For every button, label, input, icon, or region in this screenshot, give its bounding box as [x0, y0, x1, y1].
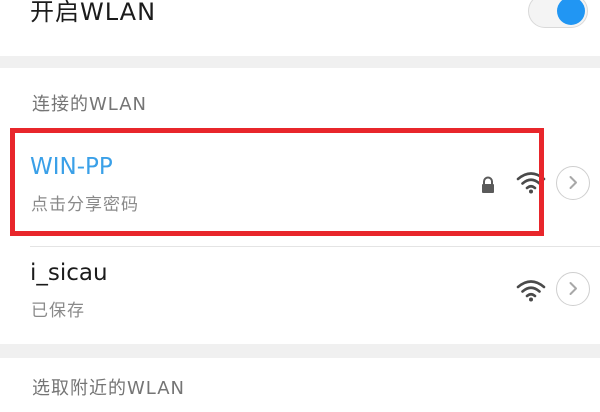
section-gap [0, 56, 600, 68]
network-details-button[interactable] [556, 272, 590, 306]
wlan-switch-knob [557, 0, 585, 25]
chevron-right-icon [569, 176, 577, 189]
nearby-section-title: 选取附近的WLAN [32, 378, 186, 399]
wlan-toggle-card: 开启WLAN [0, 0, 600, 56]
section-gap [0, 344, 600, 358]
connected-section-title: 连接的WLAN [32, 94, 148, 115]
highlight-box [10, 128, 544, 236]
wifi-icon [516, 280, 546, 302]
nearby-section: 选取附近的WLAN [0, 358, 600, 412]
network-name: i_sicau [30, 260, 108, 286]
network-status: 已保存 [31, 301, 85, 321]
wlan-toggle-label: 开启WLAN [30, 0, 157, 26]
wlan-switch[interactable] [528, 0, 588, 28]
chevron-right-icon [569, 282, 577, 295]
network-row-i-sicau[interactable]: i_sicau 已保存 [0, 248, 600, 344]
network-details-button[interactable] [556, 166, 590, 200]
row-divider [30, 246, 600, 247]
